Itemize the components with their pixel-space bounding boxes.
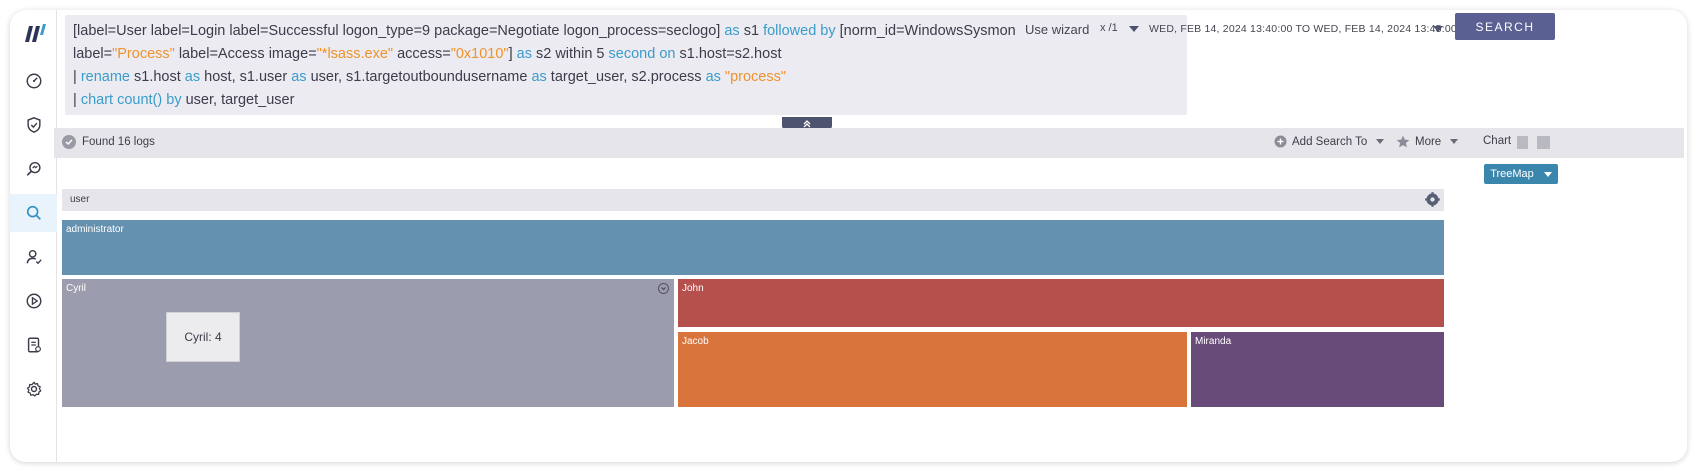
treemap-cell-jacob[interactable]: Jacob [678,332,1187,407]
user-settings-icon [26,249,42,265]
query-string: "Process" [112,46,175,62]
shield-check-icon [26,117,41,133]
query-string: "process" [724,69,786,85]
sidebar-item-dashboard[interactable] [10,62,57,100]
treemap-cell-administrator[interactable]: administrator [62,220,1444,275]
treemap-cell-label: Jacob [682,336,709,347]
query-text: label=Access image= [178,46,317,62]
chevron-down-icon [1543,171,1552,177]
query-keyword: by [166,92,182,108]
visualization-type-dropdown[interactable]: TreeMap [1484,164,1558,184]
double-chevron-up-icon [803,119,811,127]
found-logs: Found 16 logs [62,135,155,149]
query-text: user, target_user [185,92,295,108]
query-line-1: [label=User label=Login label=Successful… [73,20,1179,43]
treemap-cell-label: Cyril [66,283,86,294]
gear-icon [26,381,41,397]
query-text: access= [397,46,451,62]
query-keyword: as [724,23,740,39]
query-text: [label=User label=Login label=Successful… [73,23,721,39]
search-investigate-icon [26,161,41,176]
plus-circle-icon [1274,135,1287,148]
split-view-icon[interactable] [1517,136,1528,149]
query-text: target_user, s2.process [550,69,702,85]
expand-icon[interactable] [658,283,669,294]
use-wizard-link[interactable]: Use wizard [1025,22,1089,37]
query-line-2: label="Process" label=Access image="*lsa… [73,43,1179,66]
treemap-tooltip: Cyril: 4 [166,312,240,362]
repo-selector[interactable]: x /1 [1100,22,1118,34]
query-text: s1.host=s2.host [679,46,782,62]
treemap-header: user [62,189,1444,211]
query-keyword: as [184,69,201,85]
chevron-down-icon [1376,139,1385,144]
report-icon [27,337,41,353]
search-button[interactable]: SEARCH [1455,13,1555,40]
sidebar-item-settings[interactable] [10,370,57,408]
query-keyword: as [531,69,547,85]
treemap-cell-cyril[interactable]: Cyril [62,279,674,407]
visualization-type-label: TreeMap [1490,168,1534,180]
gear-icon[interactable] [1425,192,1440,207]
query-keyword: as [705,69,721,85]
chevron-down-icon[interactable] [1433,26,1443,32]
treemap-cell-label: John [682,283,704,294]
sidebar-item-search[interactable] [10,194,57,232]
found-logs-text: Found 16 logs [82,136,155,148]
query-text: | [73,92,77,108]
query-string: "0x1010" [450,46,509,62]
query-text: user, s1.targetoutboundusername [310,69,528,85]
play-circle-icon [26,293,41,309]
query-text: [norm_id=WindowsSysmon [839,23,1016,39]
treemap-cell-john[interactable]: John [678,279,1444,327]
add-search-to-button[interactable]: Add Search To [1274,135,1385,148]
query-text: | [73,69,77,85]
query-text: host, s1.user [204,69,288,85]
query-editor[interactable]: [label=User label=Login label=Successful… [65,15,1187,115]
treemap-cell-label: administrator [66,224,124,235]
query-keyword: as [516,46,532,62]
sidebar-item-users[interactable] [10,238,57,276]
query-line-3: | rename s1.host as host, s1.user as use… [73,66,1179,89]
chevron-down-icon [1450,139,1459,144]
chevron-down-icon[interactable] [1129,26,1139,32]
add-search-to-label: Add Search To [1292,135,1368,148]
star-icon [1396,135,1410,148]
sidebar-item-reports[interactable] [10,326,57,364]
app-window: [label=User label=Login label=Successful… [10,10,1687,462]
results-toolbar: Found 16 logs Add Search To More Chart [54,128,1684,158]
treemap-cell-miranda[interactable]: Miranda [1191,332,1444,407]
time-range[interactable]: WED, FEB 14, 2024 13:40:00 TO WED, FEB 1… [1149,23,1457,35]
query-text: s2 within 5 [535,46,605,62]
sidebar-item-playbooks[interactable] [10,282,57,320]
query-string: "*lsass.exe" [316,46,394,62]
query-keyword: rename [80,69,130,85]
more-button[interactable]: More [1396,135,1459,148]
treemap-cell-label: Miranda [1195,336,1232,347]
query-text: s1 [743,23,760,39]
query-keyword: chart count() [80,92,163,108]
check-circle-icon [62,135,76,149]
query-keyword: as [291,69,307,85]
query-text: label= [73,46,113,62]
query-keyword: second [608,46,656,62]
more-label: More [1415,135,1442,148]
chart-label: Chart [1483,135,1512,147]
query-keyword: on [659,46,676,62]
sidebar-item-investigate[interactable] [10,150,57,188]
query-text: ] [508,46,513,62]
search-icon [26,205,41,220]
logo-icon[interactable] [22,20,48,46]
gauge-icon [26,73,41,89]
full-view-icon[interactable] [1537,136,1550,149]
treemap-field-label: user [70,194,90,205]
sidebar-item-incidents[interactable] [10,106,57,144]
query-text: s1.host [134,69,181,85]
query-line-4: | chart count() by user, target_user [73,89,1179,112]
sidebar [10,10,57,462]
query-keyword: followed by [763,23,836,39]
